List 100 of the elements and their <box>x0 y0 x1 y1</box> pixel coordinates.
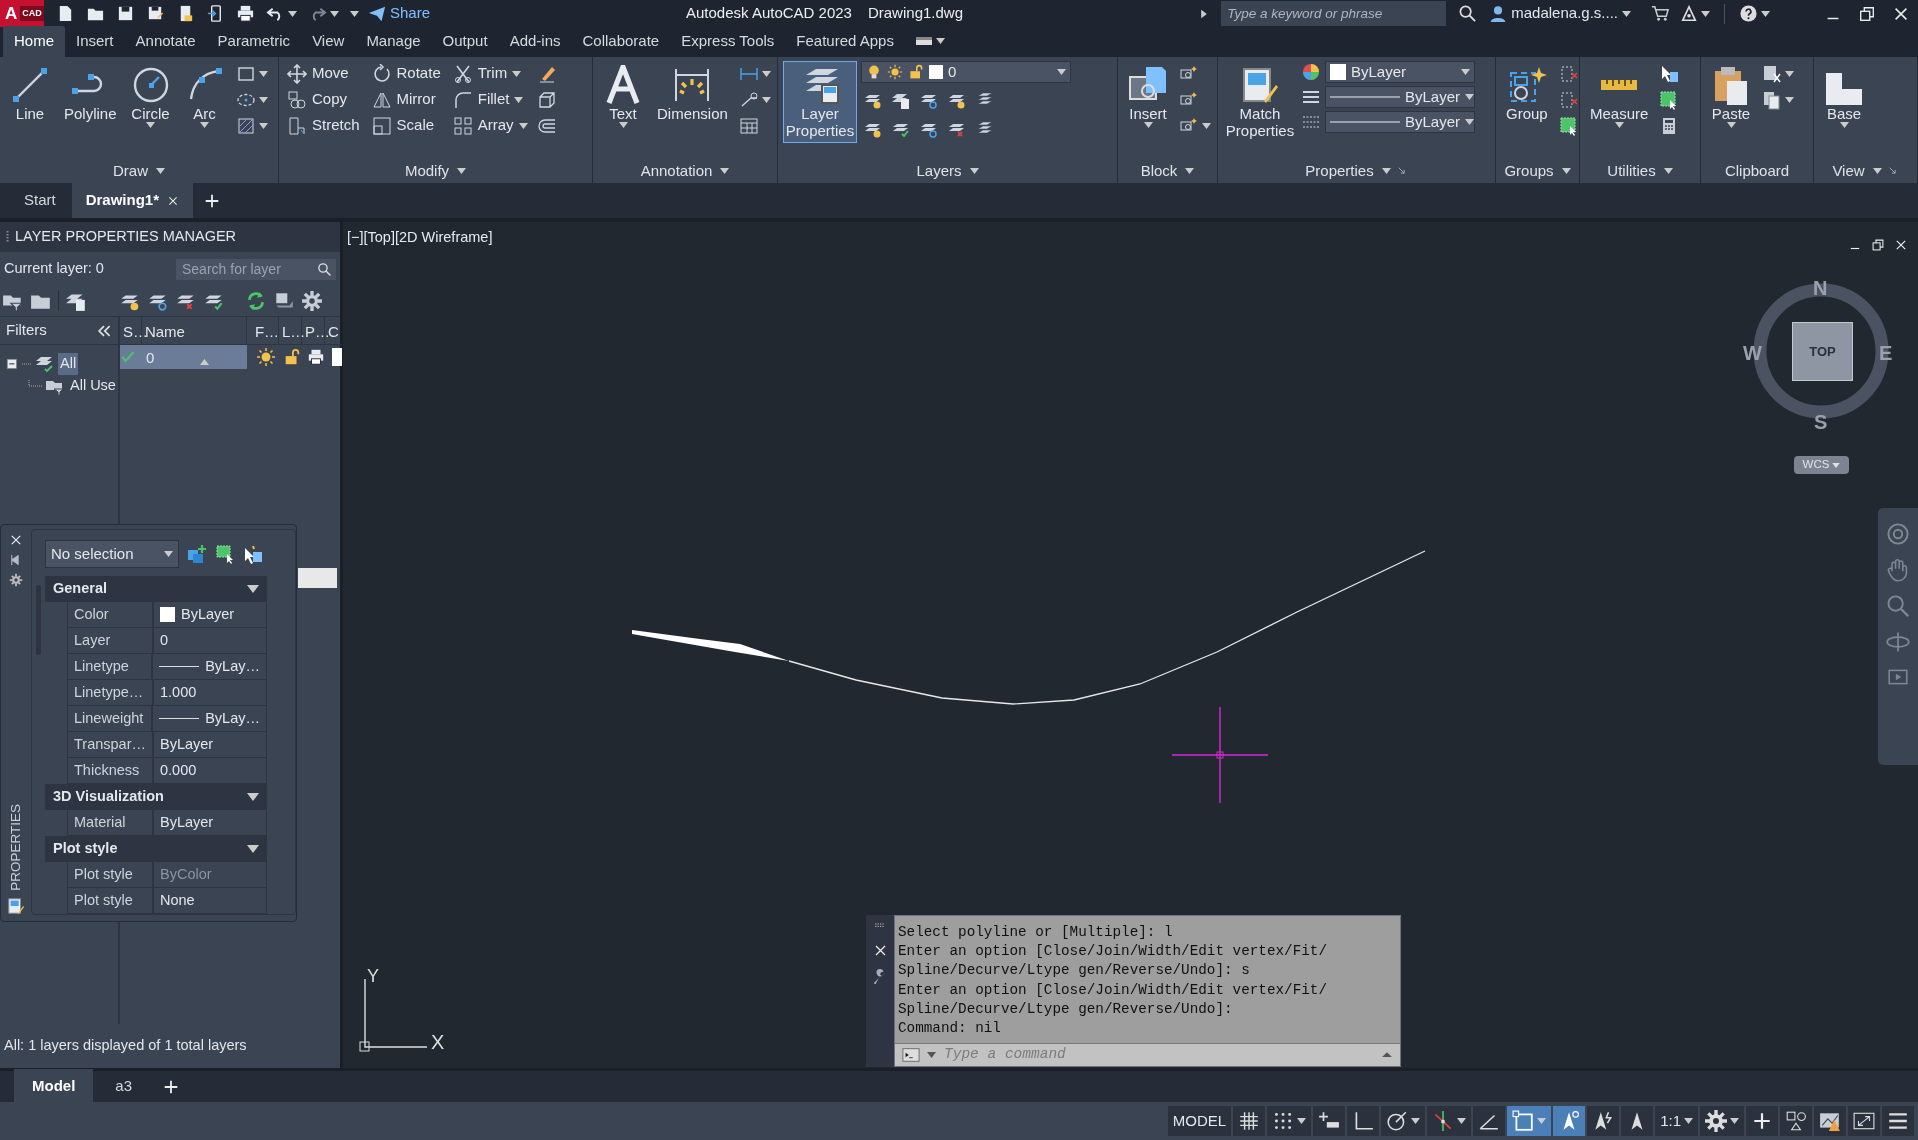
panel-title-button[interactable]: Annotation <box>640 159 730 183</box>
property-label: Lineweight <box>67 706 153 732</box>
modify-tool-button[interactable]: Scale <box>368 113 444 138</box>
panel-title-button[interactable]: Modify <box>404 159 467 183</box>
panel-title-button[interactable]: Clipboard <box>1724 159 1790 183</box>
ribbon-tool-button[interactable]: Measure <box>1585 61 1654 132</box>
modify-tool-button[interactable]: Mirror <box>368 87 444 112</box>
ribbon-tool-button[interactable]: Dimension <box>652 61 733 126</box>
property-label: Transpar… <box>67 732 153 758</box>
property-label: Linetype… <box>67 680 153 706</box>
selection-dropdown[interactable]: No selection <box>45 540 179 568</box>
ribbon-tool-button[interactable]: Layer Properties <box>783 61 857 143</box>
ribbon-tab[interactable]: Home <box>3 25 65 57</box>
ribbon-tool-button[interactable]: Text <box>598 61 648 132</box>
section-header[interactable]: General <box>45 576 267 602</box>
ribbon-tab[interactable]: Parametric <box>206 25 302 57</box>
modify-tool-button[interactable]: Copy <box>284 87 363 112</box>
ribbon-tool-button[interactable]: Group <box>1501 61 1553 126</box>
command-input[interactable]: Type a command <box>942 1043 1374 1067</box>
ribbon-tab[interactable]: Output <box>431 25 499 57</box>
ribbon-tool-button[interactable]: Arc <box>179 61 230 132</box>
modify-tool-button[interactable]: Trim <box>449 61 531 86</box>
layer-dropdown[interactable]: 0 <box>861 61 1071 83</box>
property-dropdown[interactable]: ByLayer <box>1325 61 1475 83</box>
search-box[interactable]: Search for layer <box>176 258 336 280</box>
ribbon-tab[interactable]: Collaborate <box>571 25 671 57</box>
share-button[interactable]: Share <box>368 2 431 25</box>
compass-direction[interactable]: W <box>1743 342 1762 364</box>
panel-title-button[interactable]: Draw <box>113 159 165 183</box>
status-toggle-button[interactable]: 1:1 <box>1655 1106 1698 1136</box>
property-label: Plot style <box>67 888 153 914</box>
modify-tool-button[interactable]: Stretch <box>284 113 363 138</box>
filters-label: Filters <box>6 320 47 341</box>
document-tab[interactable]: Drawing1* <box>71 182 194 219</box>
ribbon-tab[interactable]: Featured Apps <box>785 25 905 57</box>
layout-tab[interactable]: Model <box>14 1069 94 1104</box>
ribbon-tool-button[interactable]: Circle <box>125 61 176 132</box>
ribbon-tab[interactable]: View <box>301 25 356 57</box>
logo-text: CAD <box>20 5 44 22</box>
panel-title-button[interactable]: Utilities <box>1607 159 1673 183</box>
document-tab[interactable]: Start <box>10 182 70 219</box>
document-title: Drawing1.dwg <box>867 3 963 24</box>
command-bar[interactable]: Type a command <box>895 1043 1400 1066</box>
ribbon-tool-button[interactable]: Base <box>1819 61 1869 132</box>
logo-letter: A <box>5 2 18 25</box>
command-history-line: Spline/Decurve/Ltype gen/Reverse/Undo]: s <box>898 961 1251 981</box>
app-title: Autodesk AutoCAD 2023 <box>686 3 852 24</box>
property-dropdown[interactable]: ByLayer <box>1325 111 1475 133</box>
ribbon-tab[interactable]: Insert <box>65 25 125 57</box>
command-history-line: Command: nil <box>898 1019 1002 1038</box>
property-label: Linetype <box>67 654 153 680</box>
layer-search-field[interactable]: Search for layer <box>180 257 305 281</box>
panel-title-button[interactable]: Groups <box>1504 159 1571 183</box>
panel-title-button[interactable]: Layers <box>916 159 979 183</box>
panel-title-button[interactable]: Properties <box>1305 159 1391 183</box>
property-label: Layer <box>67 628 153 654</box>
filter-item[interactable]: All Use <box>68 375 118 397</box>
modify-tool-button[interactable]: Rotate <box>368 61 444 86</box>
section-header[interactable]: 3D Visualization <box>45 784 267 810</box>
ribbon-tab[interactable]: Express Tools <box>670 25 786 57</box>
palette-title: PROPERTIES <box>6 804 24 891</box>
filter-item[interactable]: All <box>58 353 79 375</box>
modify-tool-button[interactable]: Move <box>284 61 363 86</box>
ribbon-tab[interactable]: Add-ins <box>498 25 572 57</box>
viewport-controls-label[interactable]: [−][Top][2D Wireframe] <box>347 227 493 249</box>
command-history-line: Enter an option [Close/Join/Width/Edit vertex/Fit/ <box>898 942 1328 962</box>
modify-tool-button[interactable]: Fillet <box>449 87 531 112</box>
property-dropdown[interactable]: ByLayer <box>1325 86 1475 108</box>
compass-direction[interactable]: S <box>1814 411 1828 433</box>
panel-title-button[interactable]: Block <box>1140 159 1195 183</box>
property-value[interactable]: 0 <box>160 629 169 652</box>
ribbon-tool-button[interactable]: Match Properties <box>1223 61 1297 143</box>
modify-tool-button[interactable]: Array <box>449 113 531 138</box>
layout-tab[interactable]: a3 <box>97 1069 151 1104</box>
user-account-button[interactable]: madalena.g.s.... <box>1489 2 1631 25</box>
command-history-line: Spline/Decurve/Ltype gen/Reverse/Undo]: <box>898 999 1234 1019</box>
current-layer-label: Current layer: 0 <box>4 259 104 279</box>
column-header[interactable]: F… <box>251 317 279 344</box>
ribbon-tab[interactable]: Annotate <box>124 25 207 57</box>
ribbon-tab[interactable]: Manage <box>355 25 432 57</box>
status-toggle-button[interactable]: MODEL <box>1167 1106 1232 1136</box>
ribbon-tool-button[interactable]: Line <box>5 61 55 126</box>
search-field[interactable]: Type a keyword or phrase <box>1221 1 1447 26</box>
property-label: Color <box>67 602 153 628</box>
app-logo[interactable]: A CAD <box>0 0 44 27</box>
panel-title: LAYER PROPERTIES MANAGER <box>15 227 237 247</box>
property-value: ByColor <box>160 864 212 884</box>
column-header[interactable]: L… <box>278 317 302 344</box>
command-history-line: Enter an option [Close/Join/Width/Edit vertex/Fit/ <box>898 980 1328 1000</box>
axis-label: X <box>431 1031 445 1053</box>
ribbon-tool-button[interactable]: Paste <box>1706 61 1756 132</box>
panel-title-button[interactable]: View <box>1832 159 1882 183</box>
command-history-line: Select polyline or [Multiple]: l <box>898 923 1174 942</box>
property-label: Plot style <box>67 862 153 888</box>
axis-label: Y <box>367 966 379 986</box>
ribbon-tool-button[interactable]: Insert <box>1123 61 1173 132</box>
viewcube-face[interactable]: TOP <box>1792 322 1853 381</box>
section-header[interactable]: Plot style <box>45 836 267 862</box>
layer-count-text: All: 1 layers displayed of 1 total layers <box>4 1036 247 1056</box>
ribbon-tool-button[interactable]: Polyline <box>59 61 122 126</box>
